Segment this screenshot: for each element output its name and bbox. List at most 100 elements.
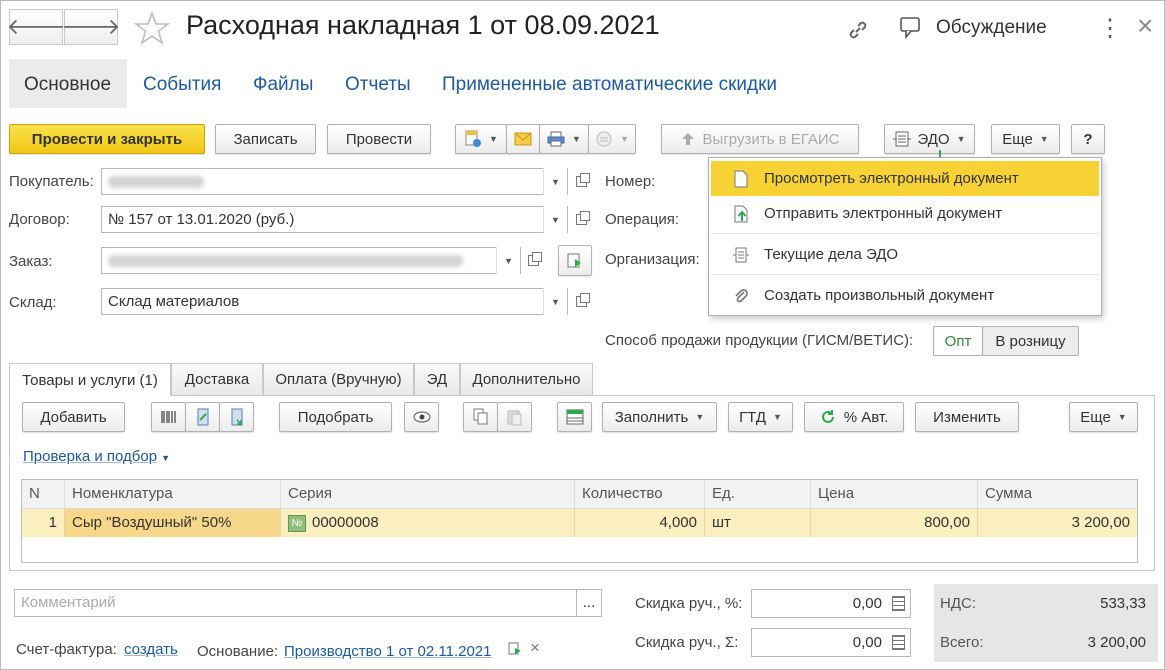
sale-opt-toggle[interactable]: Опт — [933, 326, 983, 356]
email-button[interactable] — [506, 124, 540, 154]
total-value: 3 200,00 — [1087, 634, 1146, 651]
doc-tab-delivery[interactable]: Доставка — [171, 363, 263, 395]
barcode-button[interactable] — [151, 402, 186, 432]
row-series[interactable]: № 00000008 — [281, 509, 575, 537]
menu-item-send-edoc[interactable]: Отправить электронный документ — [711, 196, 1099, 231]
arrow-right-icon: 🡒 — [61, 14, 121, 39]
change-button[interactable]: Изменить — [915, 402, 1019, 432]
edo-icon — [893, 131, 912, 147]
tab-discounts[interactable]: Примененные автоматические скидки — [442, 74, 777, 96]
warehouse-open-button[interactable] — [570, 288, 592, 315]
basis-clear-icon[interactable]: × — [530, 638, 540, 658]
post-and-close-button[interactable]: Провести и закрыть — [9, 124, 205, 154]
copy-row-button[interactable] — [463, 402, 498, 432]
basis-select-icon[interactable] — [508, 642, 522, 656]
close-icon[interactable]: × — [1137, 12, 1153, 40]
view-button[interactable] — [404, 402, 439, 432]
discussion-label[interactable]: Обсуждение — [936, 17, 1047, 39]
tab-files[interactable]: Файлы — [253, 74, 313, 96]
col-header-unit[interactable]: Ед. — [705, 480, 811, 508]
tab-reports[interactable]: Отчеты — [345, 74, 411, 96]
scanner-icon — [197, 408, 208, 426]
tab-events[interactable]: События — [143, 74, 221, 96]
printer-icon — [547, 131, 565, 147]
scanner-button[interactable] — [185, 402, 220, 432]
buyer-field[interactable] — [101, 168, 568, 195]
pick-button[interactable]: Подобрать — [279, 402, 392, 432]
sale-retail-toggle[interactable]: В розницу — [982, 326, 1079, 356]
order-field[interactable] — [101, 247, 521, 274]
order-fill-button[interactable] — [558, 245, 592, 276]
warehouse-field[interactable]: Склад материалов — [101, 288, 568, 315]
row-n[interactable]: 1 — [22, 509, 65, 537]
back-button[interactable]: 🡐 — [7, 9, 66, 45]
post-button[interactable]: Провести — [327, 124, 431, 154]
row-price[interactable]: 800,00 — [811, 509, 978, 537]
order-dropdown[interactable]: ▼ — [496, 247, 520, 274]
contract-field[interactable]: № 157 от 13.01.2020 (руб.) — [101, 206, 568, 233]
auto-discount-button[interactable]: % Авт. — [804, 402, 904, 432]
row-sum[interactable]: 3 200,00 — [978, 509, 1137, 537]
comment-expand-button[interactable]: ... — [576, 589, 602, 617]
discount-sum-label: Скидка руч., Σ: — [635, 634, 739, 651]
print-button[interactable]: ▼ — [539, 124, 589, 154]
edo-tasks-icon — [733, 247, 749, 263]
col-header-qty[interactable]: Количество — [575, 480, 705, 508]
table-more-button[interactable]: Еще ▼ — [1069, 402, 1138, 432]
terminal-button[interactable] — [219, 402, 254, 432]
tab-main-label: Основное — [24, 74, 112, 95]
discussion-icon[interactable] — [900, 17, 924, 39]
doc-tab-payment[interactable]: Оплата (Вручную) — [263, 363, 414, 395]
discount-pct-field[interactable]: 0,00 — [751, 589, 911, 618]
doc-tab-ed[interactable]: ЭД — [414, 363, 460, 395]
contract-open-button[interactable] — [570, 206, 592, 233]
menu-item-create-custom[interactable]: Создать произвольный документ — [711, 278, 1099, 313]
calculator-icon[interactable] — [892, 635, 905, 650]
buyer-dropdown[interactable]: ▼ — [543, 168, 567, 195]
col-header-n[interactable]: N — [22, 480, 65, 508]
add-row-button[interactable]: Добавить — [22, 402, 125, 432]
document-icon — [734, 170, 748, 188]
invoice-create-link[interactable]: создать — [124, 641, 178, 658]
edo-menu-button[interactable]: ЭДО ▼ — [884, 124, 975, 154]
row-unit[interactable]: шт — [705, 509, 811, 537]
col-header-price[interactable]: Цена — [811, 480, 978, 508]
comment-field[interactable]: Комментарий — [14, 589, 577, 617]
toolbar-more-button[interactable]: Еще ▼ — [991, 124, 1060, 154]
contract-dropdown[interactable]: ▼ — [543, 206, 567, 233]
row-item[interactable]: Сыр "Воздушный" 50% — [65, 509, 281, 537]
discount-pct-value: 0,00 — [852, 595, 882, 612]
warehouse-dropdown[interactable]: ▼ — [543, 288, 567, 315]
create-based-on-button[interactable]: ▼ — [455, 124, 507, 154]
order-open-button[interactable] — [522, 247, 544, 274]
doc-tab-additional[interactable]: Дополнительно — [460, 363, 593, 395]
more-actions-icon[interactable]: ⋮ — [1098, 14, 1122, 43]
report-button[interactable]: ▼ — [588, 124, 636, 154]
favorite-star-icon[interactable] — [134, 10, 170, 46]
menu-item-edo-tasks[interactable]: Текущие дела ЭДО — [711, 237, 1099, 272]
discount-sum-field[interactable]: 0,00 — [751, 628, 911, 657]
paste-row-button[interactable] — [497, 402, 532, 432]
help-button[interactable]: ? — [1071, 124, 1105, 154]
egais-export-button[interactable]: Выгрузить в ЕГАИС — [661, 124, 859, 154]
gtd-button[interactable]: ГТД ▼ — [728, 402, 793, 432]
calculator-icon[interactable] — [892, 596, 905, 611]
discount-pct-label: Скидка руч., %: — [635, 595, 743, 612]
table-settings-button[interactable] — [557, 402, 592, 432]
row-qty[interactable]: 4,000 — [575, 509, 705, 537]
warehouse-label: Склад: — [9, 294, 57, 311]
col-header-sum[interactable]: Сумма — [978, 480, 1137, 508]
col-header-series[interactable]: Серия — [281, 480, 575, 508]
save-button[interactable]: Записать — [215, 124, 316, 154]
forward-button[interactable]: 🡒 — [61, 9, 121, 45]
basis-link[interactable]: Производство 1 от 02.11.2021 — [284, 643, 492, 660]
fill-button[interactable]: Заполнить ▼ — [602, 402, 717, 432]
buyer-open-button[interactable] — [570, 168, 592, 195]
col-header-item[interactable]: Номенклатура — [65, 480, 281, 508]
tab-main[interactable]: Основное — [9, 59, 127, 108]
toolbar-more-label: Еще — [1002, 130, 1033, 148]
doc-tab-goods[interactable]: Товары и услуги (1) — [9, 363, 171, 396]
menu-item-view-edoc[interactable]: Просмотреть электронный документ — [711, 161, 1099, 196]
link-icon[interactable] — [846, 18, 870, 42]
check-and-pick-link[interactable]: Проверка и подбор ▼ — [23, 448, 170, 465]
